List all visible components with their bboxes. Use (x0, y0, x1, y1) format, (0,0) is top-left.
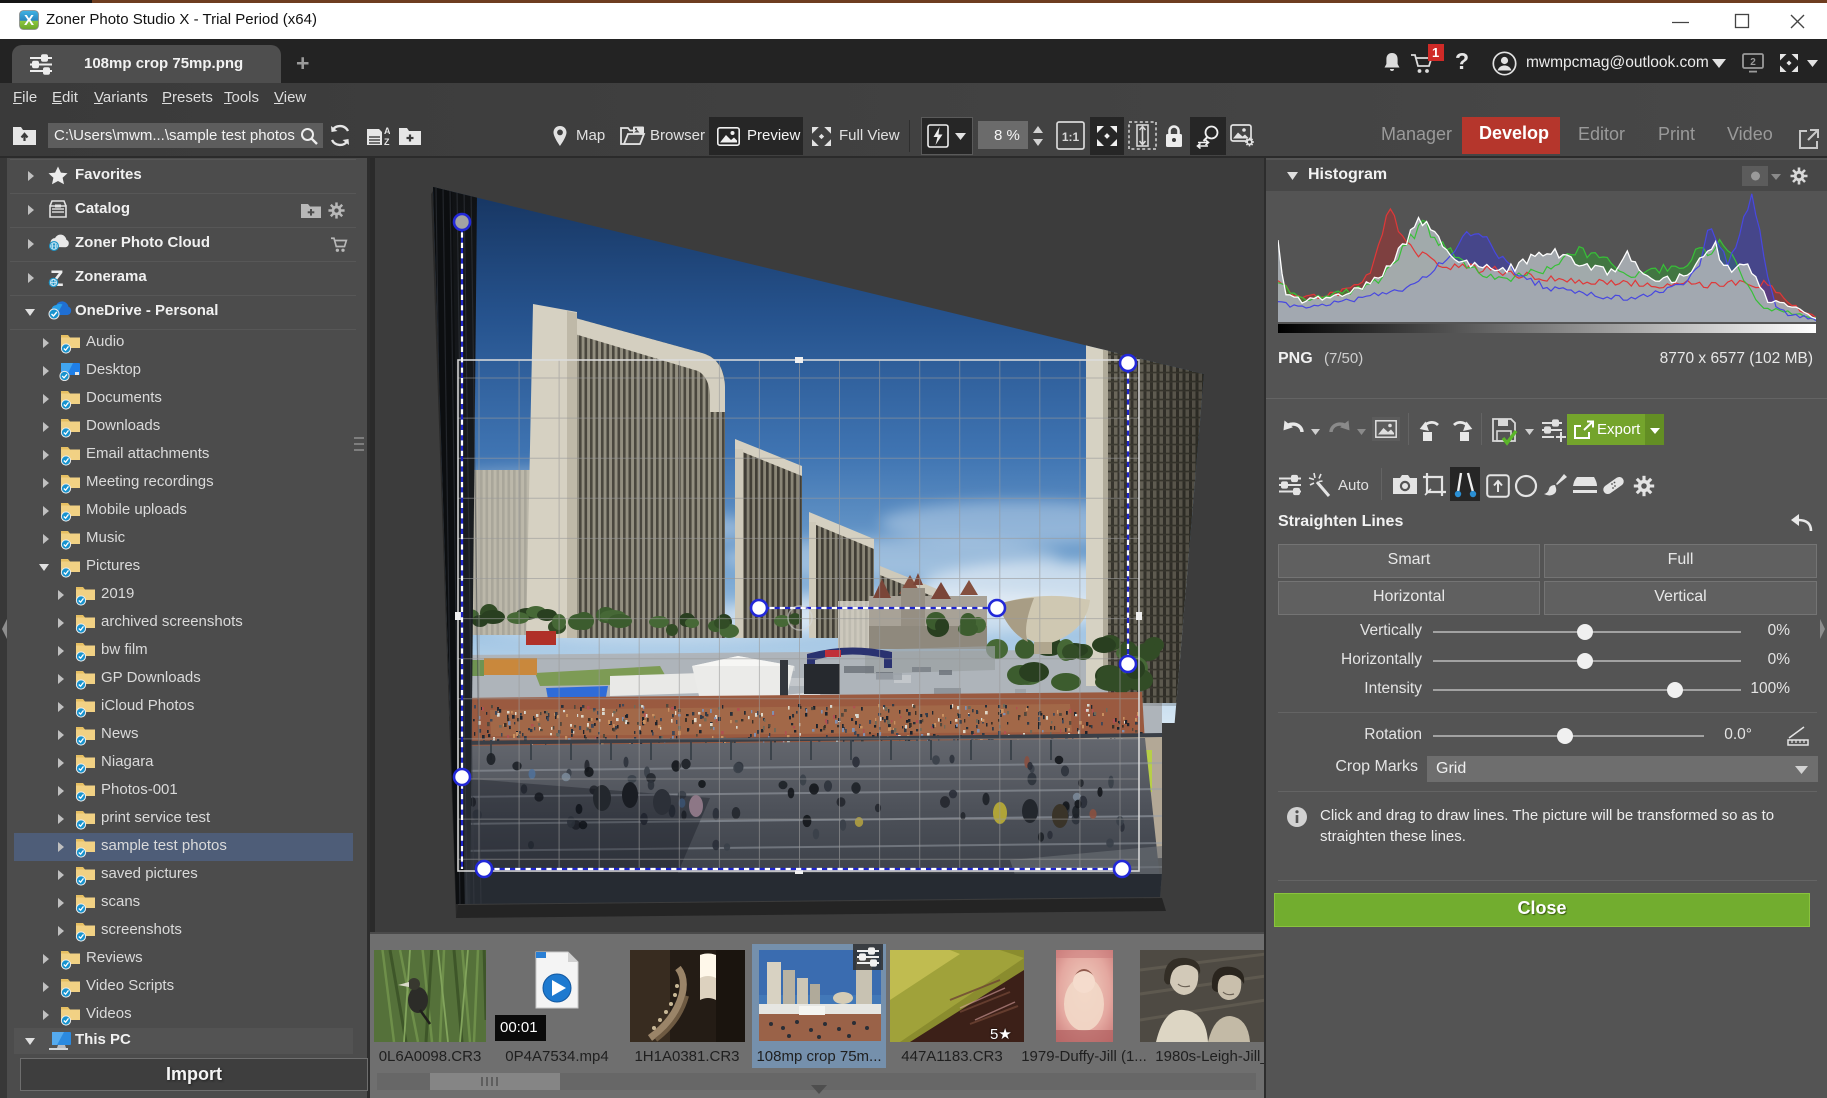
svg-text:1:1: 1:1 (1062, 130, 1080, 144)
svg-text:A: A (384, 126, 390, 136)
svg-text:2: 2 (1750, 57, 1756, 68)
svg-text:X: X (24, 12, 34, 29)
svg-text:Z: Z (384, 137, 390, 147)
